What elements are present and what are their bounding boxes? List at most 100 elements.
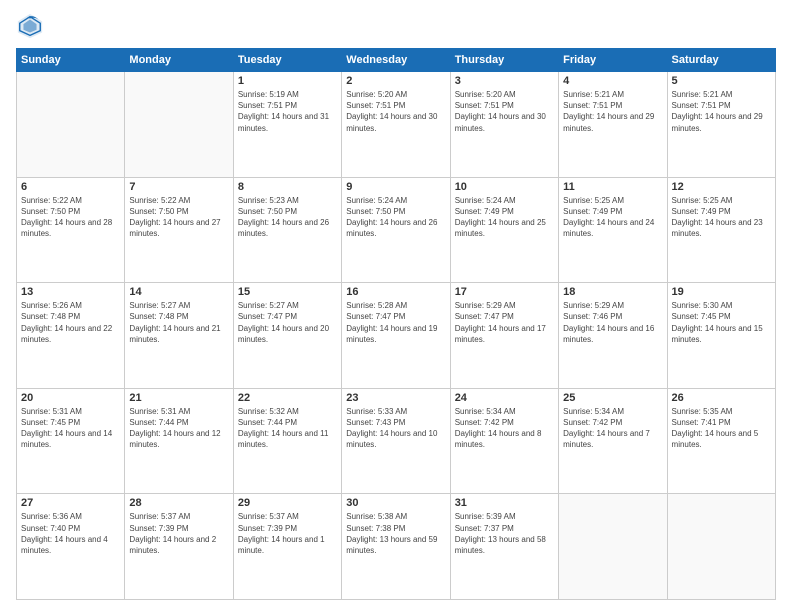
day-info: Sunrise: 5:27 AM Sunset: 7:47 PM Dayligh… <box>238 300 337 345</box>
calendar-cell: 11 Sunrise: 5:25 AM Sunset: 7:49 PM Dayli… <box>559 177 667 283</box>
day-number: 31 <box>455 497 554 509</box>
calendar-week-4: 20 Sunrise: 5:31 AM Sunset: 7:45 PM Dayli… <box>17 388 776 494</box>
calendar-cell: 19 Sunrise: 5:30 AM Sunset: 7:45 PM Dayli… <box>667 283 775 389</box>
calendar-cell: 20 Sunrise: 5:31 AM Sunset: 7:45 PM Dayli… <box>17 388 125 494</box>
day-number: 2 <box>346 75 445 87</box>
day-number: 10 <box>455 181 554 193</box>
day-info: Sunrise: 5:23 AM Sunset: 7:50 PM Dayligh… <box>238 195 337 240</box>
weekday-header-saturday: Saturday <box>667 49 775 72</box>
weekday-header-tuesday: Tuesday <box>233 49 341 72</box>
day-number: 30 <box>346 497 445 509</box>
calendar-cell: 28 Sunrise: 5:37 AM Sunset: 7:39 PM Dayli… <box>125 494 233 600</box>
day-info: Sunrise: 5:21 AM Sunset: 7:51 PM Dayligh… <box>672 89 771 134</box>
day-number: 8 <box>238 181 337 193</box>
calendar-cell: 30 Sunrise: 5:38 AM Sunset: 7:38 PM Dayli… <box>342 494 450 600</box>
weekday-header-thursday: Thursday <box>450 49 558 72</box>
day-info: Sunrise: 5:29 AM Sunset: 7:46 PM Dayligh… <box>563 300 662 345</box>
calendar-cell: 18 Sunrise: 5:29 AM Sunset: 7:46 PM Dayli… <box>559 283 667 389</box>
day-info: Sunrise: 5:33 AM Sunset: 7:43 PM Dayligh… <box>346 406 445 451</box>
day-number: 7 <box>129 181 228 193</box>
day-number: 6 <box>21 181 120 193</box>
weekday-header-friday: Friday <box>559 49 667 72</box>
day-info: Sunrise: 5:32 AM Sunset: 7:44 PM Dayligh… <box>238 406 337 451</box>
day-number: 17 <box>455 286 554 298</box>
day-info: Sunrise: 5:25 AM Sunset: 7:49 PM Dayligh… <box>563 195 662 240</box>
calendar-cell: 13 Sunrise: 5:26 AM Sunset: 7:48 PM Dayli… <box>17 283 125 389</box>
day-number: 19 <box>672 286 771 298</box>
day-info: Sunrise: 5:24 AM Sunset: 7:49 PM Dayligh… <box>455 195 554 240</box>
calendar-cell: 7 Sunrise: 5:22 AM Sunset: 7:50 PM Daylig… <box>125 177 233 283</box>
day-number: 16 <box>346 286 445 298</box>
calendar-cell: 5Sunrise: 5:21 AM Sunset: 7:51 PM Daylig… <box>667 72 775 178</box>
day-info: Sunrise: 5:31 AM Sunset: 7:44 PM Dayligh… <box>129 406 228 451</box>
day-info: Sunrise: 5:19 AM Sunset: 7:51 PM Dayligh… <box>238 89 337 134</box>
day-info: Sunrise: 5:36 AM Sunset: 7:40 PM Dayligh… <box>21 511 120 556</box>
calendar-cell: 3 Sunrise: 5:20 AM Sunset: 7:51 PM Daylig… <box>450 72 558 178</box>
logo <box>16 12 48 40</box>
day-number: 18 <box>563 286 662 298</box>
day-number: 12 <box>672 181 771 193</box>
day-number: 20 <box>21 392 120 404</box>
calendar-cell: 16 Sunrise: 5:28 AM Sunset: 7:47 PM Dayli… <box>342 283 450 389</box>
weekday-header-row: SundayMondayTuesdayWednesdayThursdayFrid… <box>17 49 776 72</box>
day-number: 13 <box>21 286 120 298</box>
weekday-header-sunday: Sunday <box>17 49 125 72</box>
calendar-cell: 21Sunrise: 5:31 AM Sunset: 7:44 PM Dayli… <box>125 388 233 494</box>
day-info: Sunrise: 5:31 AM Sunset: 7:45 PM Dayligh… <box>21 406 120 451</box>
calendar-cell: 12 Sunrise: 5:25 AM Sunset: 7:49 PM Dayli… <box>667 177 775 283</box>
day-number: 1 <box>238 75 337 87</box>
day-info: Sunrise: 5:21 AM Sunset: 7:51 PM Dayligh… <box>563 89 662 134</box>
day-number: 3 <box>455 75 554 87</box>
calendar-cell <box>125 72 233 178</box>
day-info: Sunrise: 5:26 AM Sunset: 7:48 PM Dayligh… <box>21 300 120 345</box>
day-number: 9 <box>346 181 445 193</box>
weekday-header-wednesday: Wednesday <box>342 49 450 72</box>
logo-icon <box>16 12 44 40</box>
day-number: 28 <box>129 497 228 509</box>
day-info: Sunrise: 5:24 AM Sunset: 7:50 PM Dayligh… <box>346 195 445 240</box>
day-info: Sunrise: 5:37 AM Sunset: 7:39 PM Dayligh… <box>129 511 228 556</box>
weekday-header-monday: Monday <box>125 49 233 72</box>
day-number: 26 <box>672 392 771 404</box>
calendar-week-2: 6 Sunrise: 5:22 AM Sunset: 7:50 PM Daylig… <box>17 177 776 283</box>
calendar-table: SundayMondayTuesdayWednesdayThursdayFrid… <box>16 48 776 600</box>
calendar-cell: 4 Sunrise: 5:21 AM Sunset: 7:51 PM Daylig… <box>559 72 667 178</box>
day-number: 4 <box>563 75 662 87</box>
day-info: Sunrise: 5:22 AM Sunset: 7:50 PM Dayligh… <box>129 195 228 240</box>
day-number: 25 <box>563 392 662 404</box>
day-number: 15 <box>238 286 337 298</box>
day-number: 24 <box>455 392 554 404</box>
calendar-cell <box>17 72 125 178</box>
calendar-cell: 27 Sunrise: 5:36 AM Sunset: 7:40 PM Dayli… <box>17 494 125 600</box>
calendar-week-3: 13 Sunrise: 5:26 AM Sunset: 7:48 PM Dayli… <box>17 283 776 389</box>
header <box>16 12 776 40</box>
calendar-cell: 10 Sunrise: 5:24 AM Sunset: 7:49 PM Dayli… <box>450 177 558 283</box>
calendar-cell: 24 Sunrise: 5:34 AM Sunset: 7:42 PM Dayli… <box>450 388 558 494</box>
calendar-cell: 26 Sunrise: 5:35 AM Sunset: 7:41 PM Dayli… <box>667 388 775 494</box>
day-info: Sunrise: 5:35 AM Sunset: 7:41 PM Dayligh… <box>672 406 771 451</box>
calendar-cell: 23Sunrise: 5:33 AM Sunset: 7:43 PM Dayli… <box>342 388 450 494</box>
day-info: Sunrise: 5:20 AM Sunset: 7:51 PM Dayligh… <box>346 89 445 134</box>
day-number: 14 <box>129 286 228 298</box>
calendar-cell: 6Sunrise: 5:22 AM Sunset: 7:50 PM Daylig… <box>17 177 125 283</box>
calendar-cell <box>559 494 667 600</box>
calendar-cell: 9 Sunrise: 5:24 AM Sunset: 7:50 PM Daylig… <box>342 177 450 283</box>
day-info: Sunrise: 5:25 AM Sunset: 7:49 PM Dayligh… <box>672 195 771 240</box>
day-info: Sunrise: 5:37 AM Sunset: 7:39 PM Dayligh… <box>238 511 337 556</box>
calendar-week-1: 1 Sunrise: 5:19 AM Sunset: 7:51 PM Daylig… <box>17 72 776 178</box>
day-info: Sunrise: 5:28 AM Sunset: 7:47 PM Dayligh… <box>346 300 445 345</box>
day-info: Sunrise: 5:20 AM Sunset: 7:51 PM Dayligh… <box>455 89 554 134</box>
calendar-cell: 1 Sunrise: 5:19 AM Sunset: 7:51 PM Daylig… <box>233 72 341 178</box>
day-number: 22 <box>238 392 337 404</box>
day-number: 27 <box>21 497 120 509</box>
calendar-cell: 14Sunrise: 5:27 AM Sunset: 7:48 PM Dayli… <box>125 283 233 389</box>
calendar-cell: 15 Sunrise: 5:27 AM Sunset: 7:47 PM Dayli… <box>233 283 341 389</box>
calendar-cell <box>667 494 775 600</box>
day-number: 11 <box>563 181 662 193</box>
day-info: Sunrise: 5:30 AM Sunset: 7:45 PM Dayligh… <box>672 300 771 345</box>
calendar-cell: 17Sunrise: 5:29 AM Sunset: 7:47 PM Dayli… <box>450 283 558 389</box>
day-info: Sunrise: 5:34 AM Sunset: 7:42 PM Dayligh… <box>455 406 554 451</box>
calendar-week-5: 27 Sunrise: 5:36 AM Sunset: 7:40 PM Dayli… <box>17 494 776 600</box>
day-info: Sunrise: 5:38 AM Sunset: 7:38 PM Dayligh… <box>346 511 445 556</box>
calendar-cell: 29Sunrise: 5:37 AM Sunset: 7:39 PM Dayli… <box>233 494 341 600</box>
